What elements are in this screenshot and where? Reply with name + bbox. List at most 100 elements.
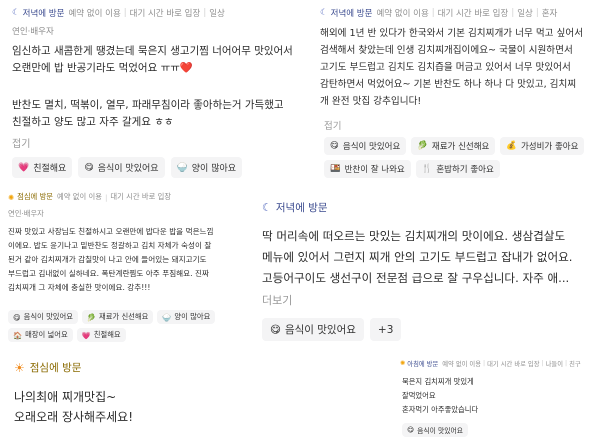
- review-card-2: ☾ 저녁에 방문 예약 없이 이용 | 대기 시간 바로 입장 | 일상 | 혼자 해…: [312, 0, 610, 185]
- review-card-6: ✺ 아침에 방문 예약 없이 이용 | 대기 시간 바로 입장 | 나들이 | 친구 …: [396, 354, 610, 447]
- keyword-tags: 😋 음식이 맛있어요 +3: [262, 318, 402, 341]
- review-card-3: ✺ 점심에 방문 예약 없이 이용 | 대기 시간 바로 입장 연인·배우자 진짜…: [0, 186, 252, 348]
- tag-label: 재료가 신선해요: [431, 142, 490, 152]
- meta-item: 친구: [569, 361, 581, 368]
- review-text: 진짜 맛있고 사장님도 친절하시고 오랜만에 밥다운 밥을 먹은느낌 이에요. …: [8, 225, 214, 295]
- house-icon: 🏠: [13, 330, 23, 340]
- tag-label: 음식이 맛있어요: [284, 324, 356, 336]
- rice-bowl-icon: 🍚: [162, 312, 172, 322]
- review-line: 김치찌개 그 자체에 충실한 맛이에요. 강추!!!: [8, 283, 151, 292]
- review-line: 진짜 맛있고 사장님도 친절하시고 오랜만에 밥다운 밥을 먹은느낌: [8, 227, 214, 236]
- collapse-link[interactable]: 접기: [324, 118, 341, 132]
- sun-icon: ☀: [14, 360, 25, 375]
- keyword-tags: 😋 음식이 맛있어요 🥬 재료가 신선해요 🍚 양이 많아요 🏠 매장이 넓어요 💗 친절…: [8, 310, 216, 342]
- meta-item: 대기 시간 바로 입장: [437, 9, 509, 19]
- collapse-link[interactable]: 접기: [12, 135, 30, 150]
- companion-label: 연인·배우자: [12, 27, 54, 37]
- review-text: 딱 머리속에 떠오르는 맛있는 김치찌개의 맛이에요. 생삼겹살도 메뉴에 있어…: [262, 226, 573, 289]
- sun-icon: ✺: [400, 360, 406, 367]
- visit-time: 점심에 방문: [29, 362, 82, 374]
- review-text: 묵은지 김치찌개 맛있게 잘먹었어요 혼자먹기 아주좋았습니다: [402, 375, 478, 417]
- visit-time: 점심에 방문: [17, 192, 54, 201]
- tag-label: 음식이 맛있어요: [23, 312, 73, 321]
- more-tags-button[interactable]: +3: [369, 318, 402, 341]
- yum-face-icon: 😋: [407, 426, 415, 434]
- yum-face-icon: 😋: [84, 162, 94, 173]
- tag-label: 양이 많아요: [174, 312, 211, 321]
- cutlery-icon: 🍴: [421, 164, 433, 174]
- visit-time: 저녁에 방문: [330, 9, 373, 19]
- tag-sides: 🍱 반찬이 잘 나와요: [324, 160, 411, 178]
- tag-spacious: 🏠 매장이 넓어요: [8, 328, 73, 342]
- review-line: 고기도 부드럽고 김치도 김치즙을 머금고 있어서 너무 맛있어서: [320, 62, 571, 73]
- tag-label: 양이 많아요: [191, 164, 237, 174]
- review-line: 오래오래 장사해주세요!: [14, 410, 134, 424]
- meta-item: 일상: [517, 9, 533, 19]
- tag-portion: 🍚 양이 많아요: [157, 310, 216, 324]
- keyword-tags: 💗 친절해요 😋 음식이 맛있어요 🍚 양이 많아요: [12, 157, 243, 178]
- review-line: 혼자먹기 아주좋았습니다: [402, 405, 479, 414]
- review-line: 친절하고 양도 많고 자주 갈게요 ㅎㅎ: [12, 116, 174, 128]
- review-card-4: ☾ 저녁에 방문 딱 머리속에 떠오르는 맛있는 김치찌개의 맛이에요. 생삼겹…: [254, 190, 610, 348]
- tag-tasty: 😋 음식이 맛있어요: [8, 310, 78, 324]
- tag-label: 친절해요: [93, 330, 121, 339]
- tag-tasty: 😋 음식이 맛있어요: [78, 157, 165, 178]
- meta-item: 나들이: [545, 361, 564, 368]
- review-line: 잘먹었어요: [402, 391, 436, 400]
- meta-item: 예약 없이 이용: [68, 9, 121, 19]
- review-text: 해외에 1년 반 있다가 한국와서 기본 김치찌개가 너무 먹고 싶어서 검색해…: [320, 25, 583, 110]
- review-meta: ✺ 점심에 방문 예약 없이 이용 | 대기 시간 바로 입장: [8, 192, 172, 202]
- meta-item: 혼자: [541, 9, 558, 19]
- review-line: 임신하고 새콤한게 땡겼는데 묵은지 생고기찜 너어어무 맛있어서: [12, 45, 293, 57]
- tag-tasty: 😋 음식이 맛있어요: [402, 423, 469, 437]
- sun-icon: ✺: [8, 192, 15, 202]
- tag-value: 💰 가성비가 좋아요: [500, 137, 585, 155]
- tag-label: 매장이 넓어요: [25, 330, 68, 339]
- tag-label: 혼밥하기 좋아요: [436, 165, 494, 175]
- review-meta: ☾ 저녁에 방문: [262, 200, 332, 215]
- tag-portion: 🍚 양이 많아요: [170, 157, 243, 178]
- meta-item: 일상: [209, 9, 225, 19]
- tag-label: 반찬이 잘 나와요: [344, 165, 405, 175]
- yum-face-icon: 😋: [13, 312, 21, 322]
- review-card-1: ☾ 저녁에 방문 예약 없이 이용 | 대기 시간 바로 입장 | 일상 연인·배우…: [0, 0, 300, 185]
- review-line: 감탄하면서 먹었어요~ 기본 반찬도 하나 하나 다 맛있고, 김치찌: [320, 79, 577, 90]
- review-meta: ☾ 저녁에 방문 예약 없이 이용 | 대기 시간 바로 입장 | 일상: [12, 8, 225, 19]
- tag-fresh: 🥬 재료가 신선해요: [81, 310, 154, 324]
- meta-item: 대기 시간 바로 입장: [487, 361, 540, 368]
- moon-icon: ☾: [12, 8, 20, 18]
- tag-solo: 🍴 혼밥하기 좋아요: [415, 160, 500, 178]
- review-meta: ☀ 점심에 방문: [14, 360, 85, 375]
- tag-friendly: 💗 친절해요: [76, 328, 126, 342]
- heart-icon: 💗: [18, 162, 30, 173]
- more-link[interactable]: 더보기: [262, 292, 292, 308]
- visit-time: 아침에 방문: [407, 361, 439, 368]
- review-line: 오랜만에 밥 반공기라도 먹었어요 ㅠㅠ❤️: [12, 62, 193, 74]
- leaf-icon: 🥬: [417, 141, 428, 151]
- review-meta: ☾ 저녁에 방문 예약 없이 이용 | 대기 시간 바로 입장 | 일상 | 혼자: [320, 8, 558, 19]
- tag-label: 가성비가 좋아요: [520, 142, 579, 152]
- tag-label: 재료가 신선해요: [99, 312, 149, 321]
- review-line: 메뉴에 있어서 그런지 찌개 안의 고기도 부드럽고 잡내가 없어요.: [262, 250, 573, 264]
- review-line: 부드럽고 김내없이 실하네요. 폭탄계란찜도 아주 푸짐해요. 진짜: [8, 269, 209, 278]
- money-bag-icon: 💰: [506, 141, 517, 151]
- tag-fresh: 🥬 재료가 신선해요: [411, 137, 496, 155]
- review-line: 이에요. 밥도 윤기나고 밑반찬도 정갈하고 김치 자체가 숙성이 잘: [8, 241, 212, 250]
- review-text: 나의최애 찌개맛집~ 오래오래 장사해주세요!: [14, 387, 133, 427]
- review-line: 해외에 1년 반 있다가 한국와서 기본 김치찌개가 너무 먹고 싶어서: [320, 28, 584, 39]
- leaf-icon: 🥬: [86, 312, 97, 322]
- meta-item: 예약 없이 이용: [376, 9, 429, 19]
- review-line: 된거 같아 김치찌개가 감칠맛이 나고 안에 들어있는 돼지고기도: [8, 255, 207, 264]
- meta-item: 예약 없이 이용: [442, 361, 482, 368]
- review-line: 검색해서 찾았는데 인생 김치찌개집이에요~ 국물이 시원하면서: [320, 45, 573, 56]
- review-line: 반찬도 멸치, 떡볶이, 열무, 파래무침이라 좋아하는거 가득했고: [12, 99, 284, 111]
- moon-icon: ☾: [262, 201, 272, 214]
- yum-face-icon: 😋: [270, 323, 281, 336]
- review-line: 고등어구이도 생선구이 전문점 급으로 잘 구우십니다. 자주 애...: [262, 271, 570, 285]
- rice-bowl-icon: 🍚: [176, 162, 188, 173]
- tag-tasty: 😋 음식이 맛있어요: [262, 318, 364, 341]
- visit-time: 저녁에 방문: [22, 9, 65, 19]
- heart-icon: 💗: [81, 330, 91, 340]
- keyword-tags: 😋 음식이 맛있어요 🥬 재료가 신선해요 💰 가성비가 좋아요 🍱 반찬이 잘 나와요…: [324, 137, 610, 178]
- review-card-5: ☀ 점심에 방문 나의최애 찌개맛집~ 오래오래 장사해주세요!: [0, 352, 252, 447]
